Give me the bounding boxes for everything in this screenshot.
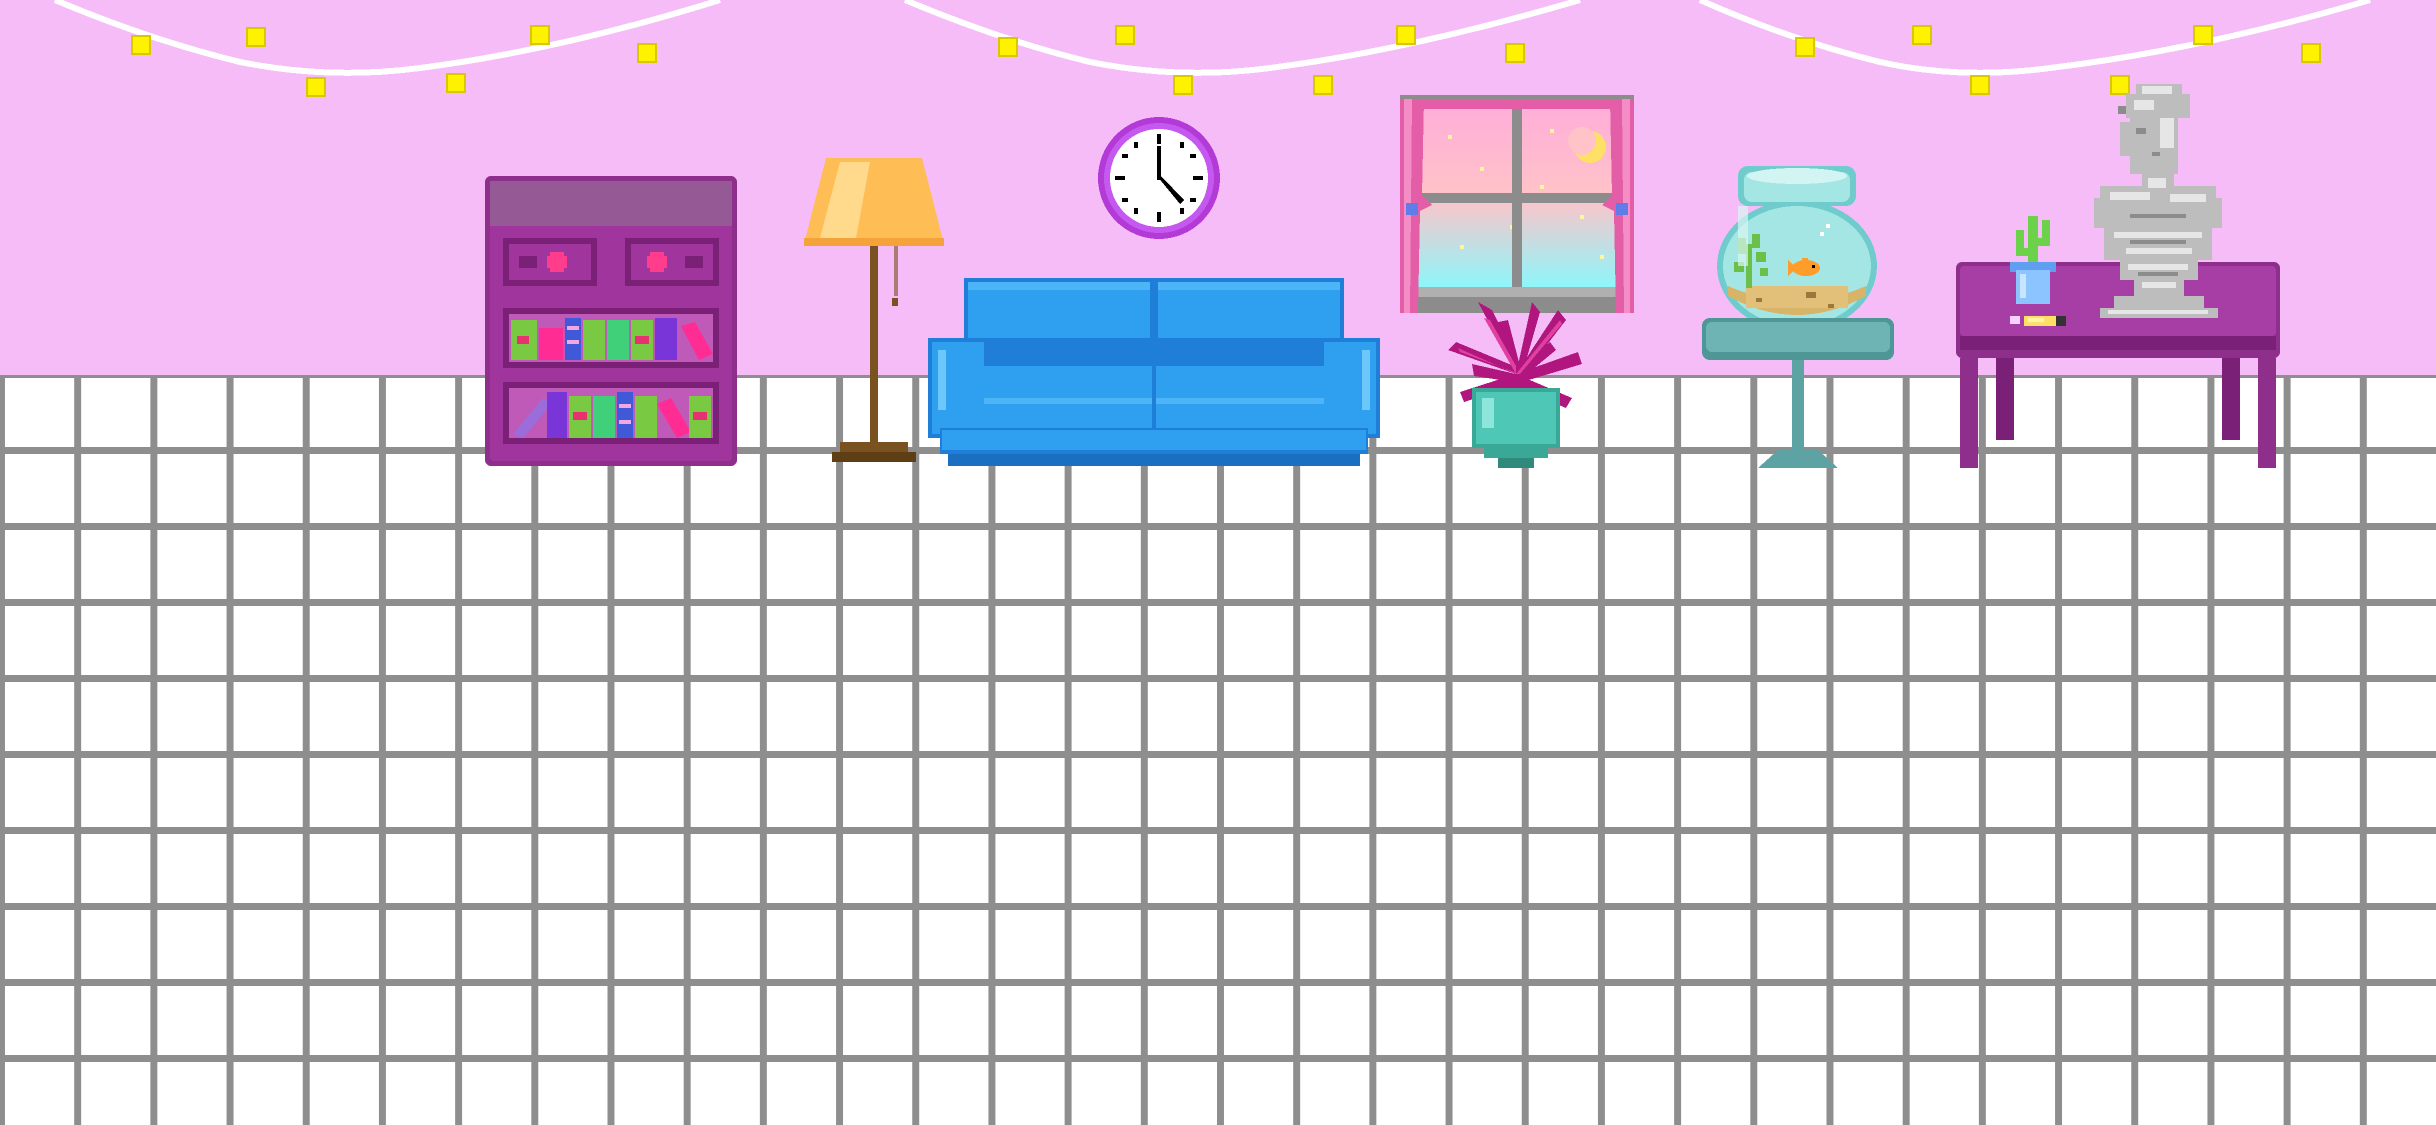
plant-icon[interactable] xyxy=(1448,302,1584,470)
statue-icon[interactable] xyxy=(2090,82,2226,320)
bookshelf-icon[interactable] xyxy=(485,176,737,466)
room-scene xyxy=(0,0,2436,1125)
tiled-floor xyxy=(0,375,2436,1125)
sofa-icon[interactable] xyxy=(928,278,1380,468)
cactus-icon[interactable] xyxy=(2006,210,2060,306)
floor-lamp-icon[interactable] xyxy=(800,158,948,468)
window-icon[interactable] xyxy=(1400,95,1634,313)
fishbowl-icon[interactable] xyxy=(1716,166,1878,332)
side-table-icon[interactable] xyxy=(1702,318,1894,470)
string-lights-icon xyxy=(53,0,2371,97)
clock-icon[interactable] xyxy=(1096,116,1222,240)
